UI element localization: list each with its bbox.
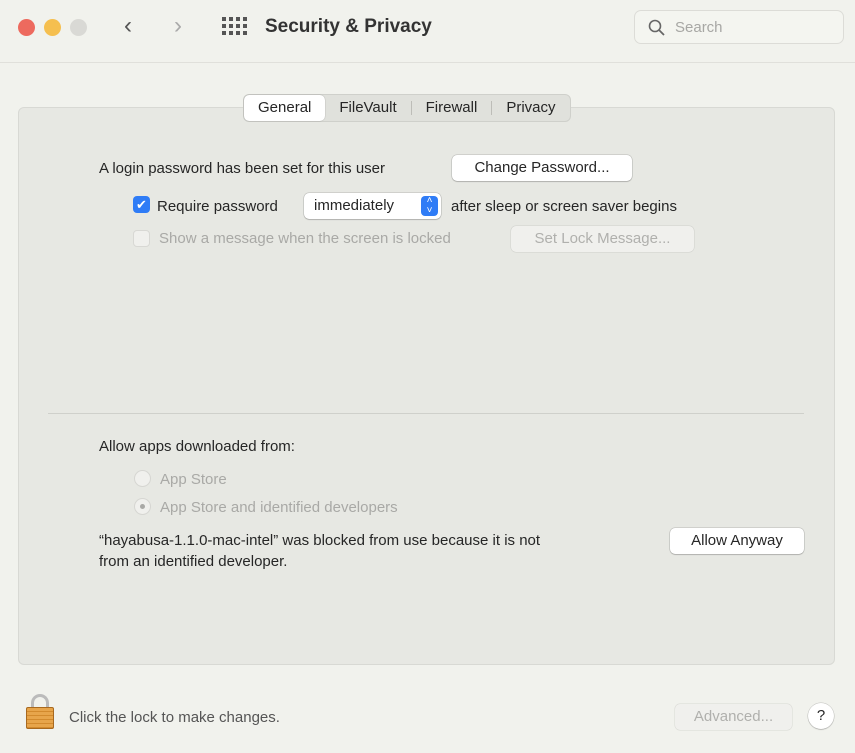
change-password-button[interactable]: Change Password... (452, 155, 632, 181)
after-sleep-text: after sleep or screen saver begins (451, 198, 677, 215)
forward-icon[interactable]: › (174, 12, 182, 40)
search-input[interactable]: Search (634, 10, 844, 44)
radio-app-store-label: App Store (160, 471, 227, 488)
advanced-button[interactable]: Advanced... (675, 704, 792, 730)
section-divider (48, 413, 804, 414)
require-password-select[interactable]: immediately ˄ ˅ (304, 193, 441, 219)
show-all-grid-icon[interactable] (222, 17, 247, 35)
back-icon[interactable]: ‹ (124, 12, 132, 40)
set-lock-message-button[interactable]: Set Lock Message... (511, 226, 694, 252)
show-message-checkbox[interactable] (133, 230, 150, 247)
blocked-app-message-line1: “hayabusa-1.1.0-mac-intel” was blocked f… (99, 532, 541, 549)
stepper-chevrons-icon: ˄ ˅ (421, 196, 438, 216)
blocked-app-message-line2: from an identified developer. (99, 553, 288, 570)
help-button[interactable]: ? (808, 703, 834, 729)
radio-identified-developers[interactable] (134, 498, 151, 515)
search-placeholder: Search (675, 19, 723, 36)
tab-bar: General FileVault Firewall Privacy (243, 94, 571, 122)
tab-firewall[interactable]: Firewall (412, 95, 492, 121)
require-password-value: immediately (314, 197, 395, 214)
show-message-label: Show a message when the screen is locked (159, 230, 451, 247)
radio-identified-developers-label: App Store and identified developers (160, 499, 398, 516)
zoom-window-button[interactable] (70, 19, 87, 36)
tab-filevault[interactable]: FileVault (325, 95, 410, 121)
allow-apps-label: Allow apps downloaded from: (99, 438, 295, 455)
minimize-window-button[interactable] (44, 19, 61, 36)
lock-message: Click the lock to make changes. (69, 709, 280, 726)
titlebar-divider (0, 62, 855, 63)
require-password-checkbox[interactable]: ✔ (133, 196, 150, 213)
allow-anyway-button[interactable]: Allow Anyway (670, 528, 804, 554)
general-panel (18, 107, 835, 665)
require-password-label: Require password (157, 198, 278, 215)
login-password-text: A login password has been set for this u… (99, 160, 385, 177)
radio-app-store[interactable] (134, 470, 151, 487)
close-window-button[interactable] (18, 19, 35, 36)
lock-icon[interactable] (25, 694, 55, 730)
search-icon (648, 19, 665, 36)
tab-general[interactable]: General (244, 95, 326, 121)
tab-privacy[interactable]: Privacy (492, 95, 569, 121)
window-title: Security & Privacy (265, 16, 432, 37)
